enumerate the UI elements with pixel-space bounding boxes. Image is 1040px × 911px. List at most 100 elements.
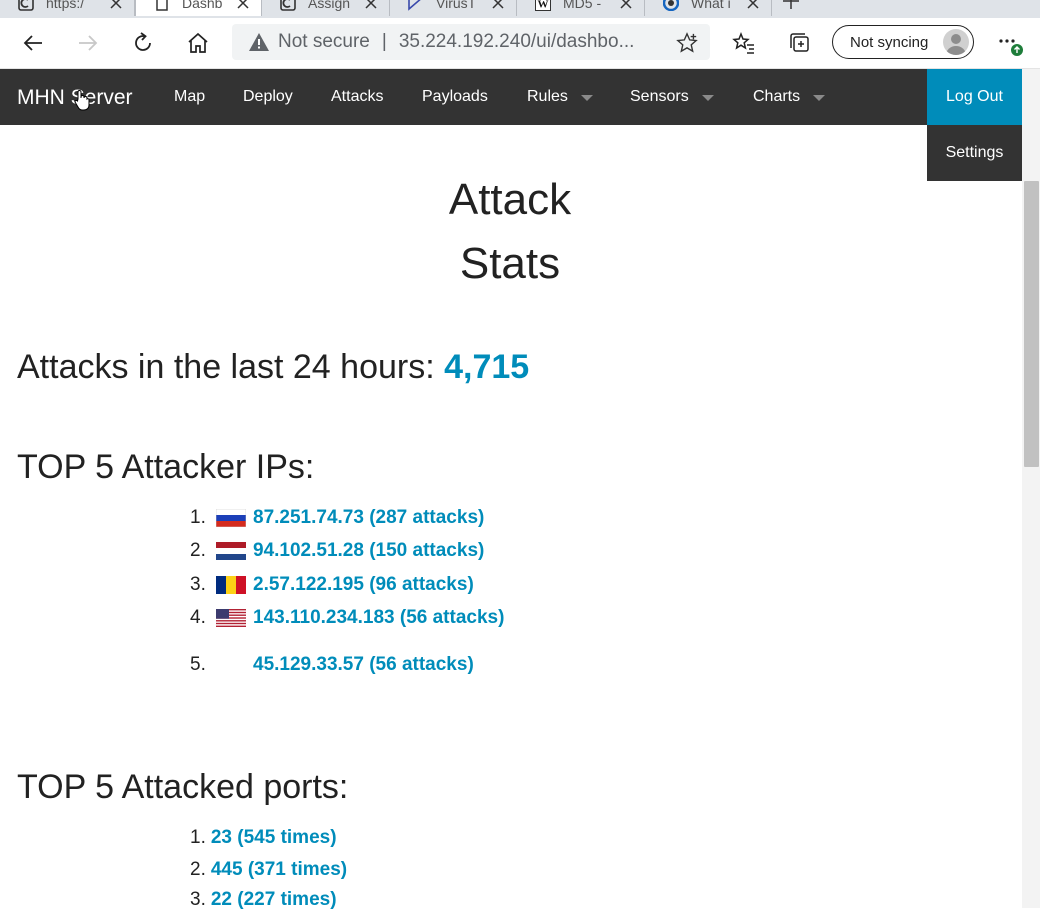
favorite-star-icon[interactable] — [676, 32, 698, 54]
close-icon[interactable] — [237, 0, 249, 9]
list-item: 4. 143.110.234.183 (56 attacks) — [190, 607, 504, 629]
refresh-icon — [135, 32, 151, 51]
list-item: 2. 445 (371 times) — [190, 859, 347, 881]
attacker-ip-link[interactable]: 143.110.234.183 (56 attacks) — [253, 607, 504, 629]
united-states-flag-icon — [216, 609, 246, 627]
page-favicon-icon — [18, 0, 34, 11]
security-status[interactable]: Not secure — [278, 31, 370, 53]
site-favicon-icon — [663, 0, 679, 11]
address-separator: | — [381, 31, 387, 52]
list-rank: 4. — [190, 607, 206, 628]
more-options-button[interactable] — [996, 30, 1026, 60]
page-favicon-icon — [280, 0, 296, 11]
back-button[interactable] — [20, 30, 46, 56]
list-rank: 2. — [190, 540, 206, 561]
browser-tab-label: MD5 - — [563, 0, 602, 11]
caret-down-icon — [701, 94, 714, 101]
close-icon[interactable] — [747, 0, 759, 9]
nav-item-label: Map — [174, 88, 206, 105]
refresh-button[interactable] — [130, 30, 156, 56]
attacked-port-link[interactable]: 22 (227 times) — [211, 889, 337, 910]
list-rank: 2. — [190, 859, 206, 880]
list-item: 5. 45.129.33.57 (56 attacks) — [190, 654, 474, 676]
close-icon[interactable] — [365, 0, 377, 9]
browser-tab-5[interactable]: W MD5 - — [517, 0, 645, 16]
browser-tab-label: Assign — [308, 0, 351, 11]
caret-down-icon — [580, 94, 593, 101]
attacker-ip-link[interactable]: 45.129.33.57 (56 attacks) — [253, 654, 474, 676]
list-rank: 5. — [190, 654, 206, 675]
nav-item-label: Attacks — [331, 88, 384, 105]
sync-status-label: Not syncing — [850, 33, 929, 51]
favorites-list-icon — [732, 31, 754, 54]
attacker-ip-link[interactable]: 94.102.51.28 (150 attacks) — [253, 540, 484, 562]
ellipsis-icon — [999, 39, 1023, 56]
favorites-button[interactable] — [731, 30, 757, 56]
hand-cursor-icon — [74, 90, 90, 111]
list-rank: 3. — [190, 574, 206, 595]
close-icon[interactable] — [110, 0, 122, 9]
attacker-ip-link[interactable]: 87.251.74.73 (287 attacks) — [253, 507, 484, 529]
page-scrollbar-thumb[interactable] — [1024, 181, 1039, 467]
forward-button[interactable] — [75, 30, 101, 56]
home-icon — [188, 32, 208, 53]
missing-flag-icon — [216, 656, 246, 674]
list-item: 1. 87.251.74.73 (287 attacks) — [190, 507, 484, 529]
list-rank: 3. — [190, 889, 206, 910]
browser-tab-2[interactable]: Dashb — [135, 0, 262, 16]
document-favicon-icon — [154, 0, 170, 11]
romania-flag-icon — [216, 576, 246, 594]
nav-item-map[interactable]: Map — [174, 88, 205, 106]
page-title: Attack Stats — [380, 168, 640, 296]
profile-sync-button[interactable]: Not syncing — [832, 25, 974, 59]
url-text[interactable]: 35.224.192.240/ui/dashbo... — [399, 31, 635, 53]
attacks-24h-count[interactable]: 4,715 — [444, 348, 529, 386]
home-button[interactable] — [185, 30, 211, 56]
nav-item-label: Charts — [753, 88, 801, 105]
list-item: 1. 23 (545 times) — [190, 827, 337, 849]
list-item: 2. 94.102.51.28 (150 attacks) — [190, 540, 484, 562]
close-icon[interactable] — [492, 0, 504, 9]
page-title-line: Stats — [459, 239, 561, 288]
nav-item-deploy[interactable]: Deploy — [243, 88, 293, 106]
browser-tab-3[interactable]: Assign — [262, 0, 390, 16]
list-rank: 1. — [190, 827, 206, 848]
nav-item-charts[interactable]: Charts — [753, 88, 826, 106]
page-title-line: Attack — [448, 175, 572, 224]
new-tab-icon[interactable] — [782, 0, 800, 10]
browser-tab-label: VirusT — [436, 0, 477, 11]
avatar — [943, 29, 969, 55]
user-avatar-icon — [946, 34, 966, 55]
caret-down-icon — [813, 94, 826, 101]
browser-tab-6[interactable]: What i — [645, 0, 772, 16]
attacked-port-link[interactable]: 445 (371 times) — [211, 859, 347, 880]
nav-item-rules[interactable]: Rules — [527, 88, 593, 106]
browser-tab-4[interactable]: VirusT — [390, 0, 517, 16]
browser-tab-1[interactable]: https:/ — [0, 0, 135, 16]
nav-item-label: Payloads — [422, 88, 488, 105]
wikipedia-favicon-icon: W — [535, 0, 551, 11]
top-ips-heading: TOP 5 Attacker IPs: — [17, 448, 315, 486]
russia-flag-icon — [216, 509, 246, 527]
site-navbar: MHN Server Map Deploy Attacks Payloads R… — [0, 69, 1022, 125]
nav-item-payloads[interactable]: Payloads — [422, 88, 488, 106]
browser-tab-strip: https:/ Dashb Assign VirusT W MD5 - What — [0, 0, 1040, 18]
collections-icon — [790, 33, 809, 52]
nav-item-sensors[interactable]: Sensors — [630, 88, 714, 106]
warning-icon[interactable] — [248, 31, 270, 53]
logout-button[interactable]: Log Out — [927, 69, 1022, 125]
netherlands-flag-icon — [216, 542, 246, 560]
back-arrow-icon — [23, 35, 42, 51]
collections-button[interactable] — [787, 30, 813, 56]
browser-tab-label: What i — [691, 0, 731, 11]
settings-menu-item[interactable]: Settings — [927, 125, 1022, 181]
nav-item-label: Rules — [527, 88, 568, 105]
nav-item-attacks[interactable]: Attacks — [331, 88, 383, 106]
close-icon[interactable] — [620, 0, 632, 9]
attacker-ip-link[interactable]: 2.57.122.195 (96 attacks) — [253, 574, 474, 596]
attacked-port-link[interactable]: 23 (545 times) — [211, 827, 337, 848]
address-bar[interactable]: Not secure | 35.224.192.240/ui/dashbo... — [232, 24, 710, 60]
browser-tab-label: https:/ — [46, 0, 85, 11]
attacks-24h-label: Attacks in the last 24 hours: — [17, 348, 445, 386]
top-ports-heading: TOP 5 Attacked ports: — [17, 768, 349, 806]
